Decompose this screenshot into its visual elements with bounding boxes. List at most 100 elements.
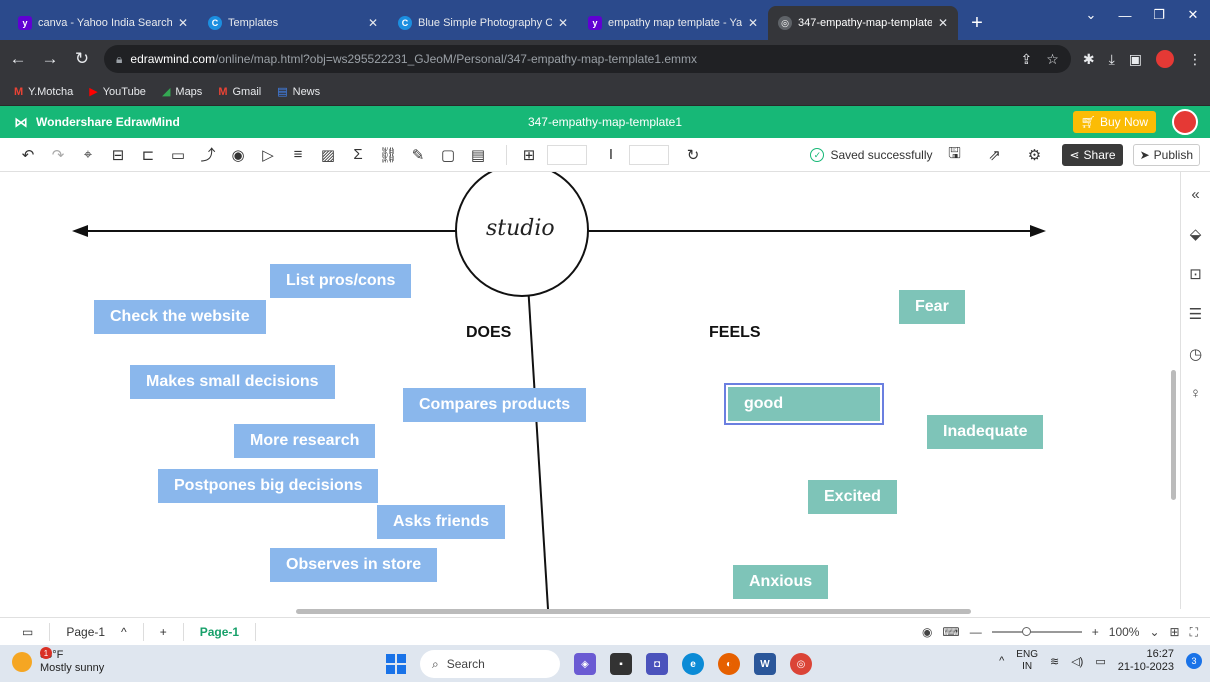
does-node[interactable]: List pros/cons <box>270 264 412 298</box>
does-node[interactable]: Asks friends <box>377 505 506 539</box>
keyboard-icon[interactable]: ⌨ <box>942 625 959 639</box>
browser-tab-3[interactable]: C Blue Simple Photography Ca ✕ <box>388 6 578 40</box>
zoom-out-icon[interactable]: — <box>970 625 982 639</box>
forward-icon[interactable]: → <box>40 49 60 69</box>
reload-icon[interactable]: ↻ <box>72 49 92 69</box>
spacing-icon[interactable]: ⊞ <box>517 143 541 167</box>
page-overview-icon[interactable]: ▭ <box>22 625 33 639</box>
collapse-panel-icon[interactable]: « <box>1191 186 1199 203</box>
profile-avatar[interactable] <box>1156 50 1174 68</box>
vertical-scrollbar[interactable] <box>1171 370 1176 500</box>
settings-sliders-icon[interactable]: ⚙︎ <box>1022 143 1046 167</box>
close-icon[interactable]: ✕ <box>368 16 378 30</box>
topic-icon[interactable]: ⊟ <box>106 143 130 167</box>
feels-node[interactable]: Fear <box>899 290 965 324</box>
chevron-up-icon[interactable]: ^ <box>999 655 1004 667</box>
feels-node[interactable]: Anxious <box>733 565 829 599</box>
formula-icon[interactable]: Σ <box>346 143 370 167</box>
windows-start-icon[interactable] <box>386 654 406 674</box>
layout-icon[interactable]: ⊡ <box>1189 265 1202 283</box>
browser-tab-4[interactable]: y empathy map template - Ya ✕ <box>578 6 768 40</box>
chevron-down-icon[interactable]: ⌄ <box>1149 625 1159 639</box>
does-node[interactable]: Postpones big decisions <box>158 469 379 503</box>
center-topic[interactable]: studio <box>486 216 555 241</box>
does-node[interactable]: Makes small decisions <box>130 365 335 399</box>
clock[interactable]: 16:27 21-10-2023 <box>1118 648 1174 674</box>
redo-icon[interactable]: ↷ <box>46 143 70 167</box>
close-icon[interactable]: ✕ <box>558 16 568 30</box>
bookmark-news[interactable]: ▤ News <box>277 85 320 99</box>
edge-icon[interactable]: e <box>682 653 704 675</box>
page-tab-active[interactable]: Page-1 <box>200 625 239 639</box>
publish-button[interactable]: ➤ Publish <box>1132 144 1200 166</box>
subtopic-icon[interactable]: ⊏ <box>136 143 160 167</box>
widgets-app-icon[interactable]: ◈ <box>574 653 596 675</box>
add-page-icon[interactable]: + <box>160 625 167 639</box>
back-icon[interactable]: ← <box>8 49 28 69</box>
outline-icon[interactable]: ☰ <box>1189 305 1202 323</box>
sidepanel-icon[interactable]: ▣ <box>1129 51 1142 68</box>
history-icon[interactable]: ◷ <box>1189 345 1202 363</box>
style-brush-icon[interactable]: ⬙ <box>1190 225 1202 243</box>
url-bar[interactable]: 🔒︎ edrawmind.com/online/map.html?obj=ws2… <box>104 45 1071 73</box>
vertical-spacing-input[interactable] <box>629 144 669 165</box>
zoom-level[interactable]: 100% <box>1109 625 1140 639</box>
does-node[interactable]: Check the website <box>94 300 266 334</box>
image-icon[interactable]: ▨ <box>316 143 340 167</box>
browser-tab-1[interactable]: y canva - Yahoo India Search R ✕ <box>8 6 198 40</box>
new-tab-button[interactable]: + <box>964 10 990 36</box>
floating-topic-icon[interactable]: ▭ <box>166 143 190 167</box>
buy-now-button[interactable]: 🛒︎ Buy Now <box>1072 111 1156 133</box>
word-icon[interactable]: W <box>754 653 776 675</box>
menu-kebab-icon[interactable]: ⋮ <box>1188 51 1202 68</box>
tab-search-icon[interactable]: ⌄ <box>1074 0 1108 30</box>
chrome-icon[interactable]: ◎ <box>790 653 812 675</box>
does-node[interactable]: Compares products <box>403 388 587 422</box>
callout-icon[interactable]: ◉ <box>226 143 250 167</box>
restore-icon[interactable]: ❐ <box>1142 0 1176 30</box>
chevron-up-icon[interactable]: ^ <box>121 625 127 639</box>
notification-badge[interactable]: 3 <box>1186 653 1202 669</box>
export-icon[interactable]: ⇗ <box>982 143 1006 167</box>
page-selector[interactable]: Page-1 <box>66 625 105 639</box>
bookmark-maps[interactable]: ◢ Maps <box>162 85 202 99</box>
refresh-layout-icon[interactable]: ↻ <box>681 143 705 167</box>
close-icon[interactable]: ✕ <box>178 16 188 30</box>
undo-icon[interactable]: ↶ <box>16 143 40 167</box>
feels-node[interactable]: Inadequate <box>927 415 1044 449</box>
highlight-icon[interactable]: ✎ <box>406 143 430 167</box>
horizontal-spacing-input[interactable] <box>547 144 587 165</box>
battery-icon[interactable]: ▭ <box>1095 655 1105 668</box>
vertical-spacing-icon[interactable]: I <box>599 143 623 167</box>
brand[interactable]: ⋈ Wondershare EdrawMind <box>0 114 400 131</box>
zoom-slider[interactable] <box>991 627 1082 636</box>
user-avatar[interactable] <box>1172 109 1198 135</box>
bookmark-ymotcha[interactable]: M Y.Motcha <box>14 86 73 98</box>
teams-icon[interactable]: ◘ <box>646 653 668 675</box>
extensions-icon[interactable]: ✱ <box>1083 51 1095 68</box>
wifi-icon[interactable]: ≋ <box>1050 655 1059 668</box>
link-icon[interactable]: ⛓ <box>376 143 400 167</box>
does-node[interactable]: Observes in store <box>270 548 438 582</box>
share-icon[interactable]: ⇪ <box>1021 51 1033 68</box>
summary-icon[interactable]: ≡ <box>286 143 310 167</box>
save-icon[interactable]: 🖫︎ <box>942 143 966 167</box>
browser-tab-active[interactable]: ◎ 347-empathy-map-template ✕ <box>768 6 958 40</box>
taskbar-search[interactable]: ⌕ Search <box>420 650 560 678</box>
weather-widget[interactable]: 1 86°F Mostly sunny <box>12 647 104 675</box>
task-view-icon[interactable]: ▪ <box>610 653 632 675</box>
close-window-icon[interactable]: ✕ <box>1176 0 1210 30</box>
share-button[interactable]: ⋖ Share <box>1062 144 1123 166</box>
language-indicator[interactable]: ENG IN <box>1016 649 1038 673</box>
firefox-icon[interactable]: ◐ <box>718 653 740 675</box>
close-icon[interactable]: ✕ <box>938 16 948 30</box>
tips-bulb-icon[interactable]: ♀ <box>1190 385 1201 402</box>
volume-icon[interactable]: ◁) <box>1071 655 1083 668</box>
fit-screen-icon[interactable]: ⊞ <box>1170 625 1180 639</box>
bookmark-youtube[interactable]: ▶ YouTube <box>89 85 146 99</box>
horizontal-scrollbar[interactable] <box>296 609 971 614</box>
fullscreen-icon[interactable]: ⛶ <box>1190 625 1198 640</box>
bookmark-gmail[interactable]: M Gmail <box>218 86 261 98</box>
zoom-in-icon[interactable]: + <box>1092 625 1099 639</box>
download-icon[interactable]: ⤓ <box>1109 51 1115 68</box>
